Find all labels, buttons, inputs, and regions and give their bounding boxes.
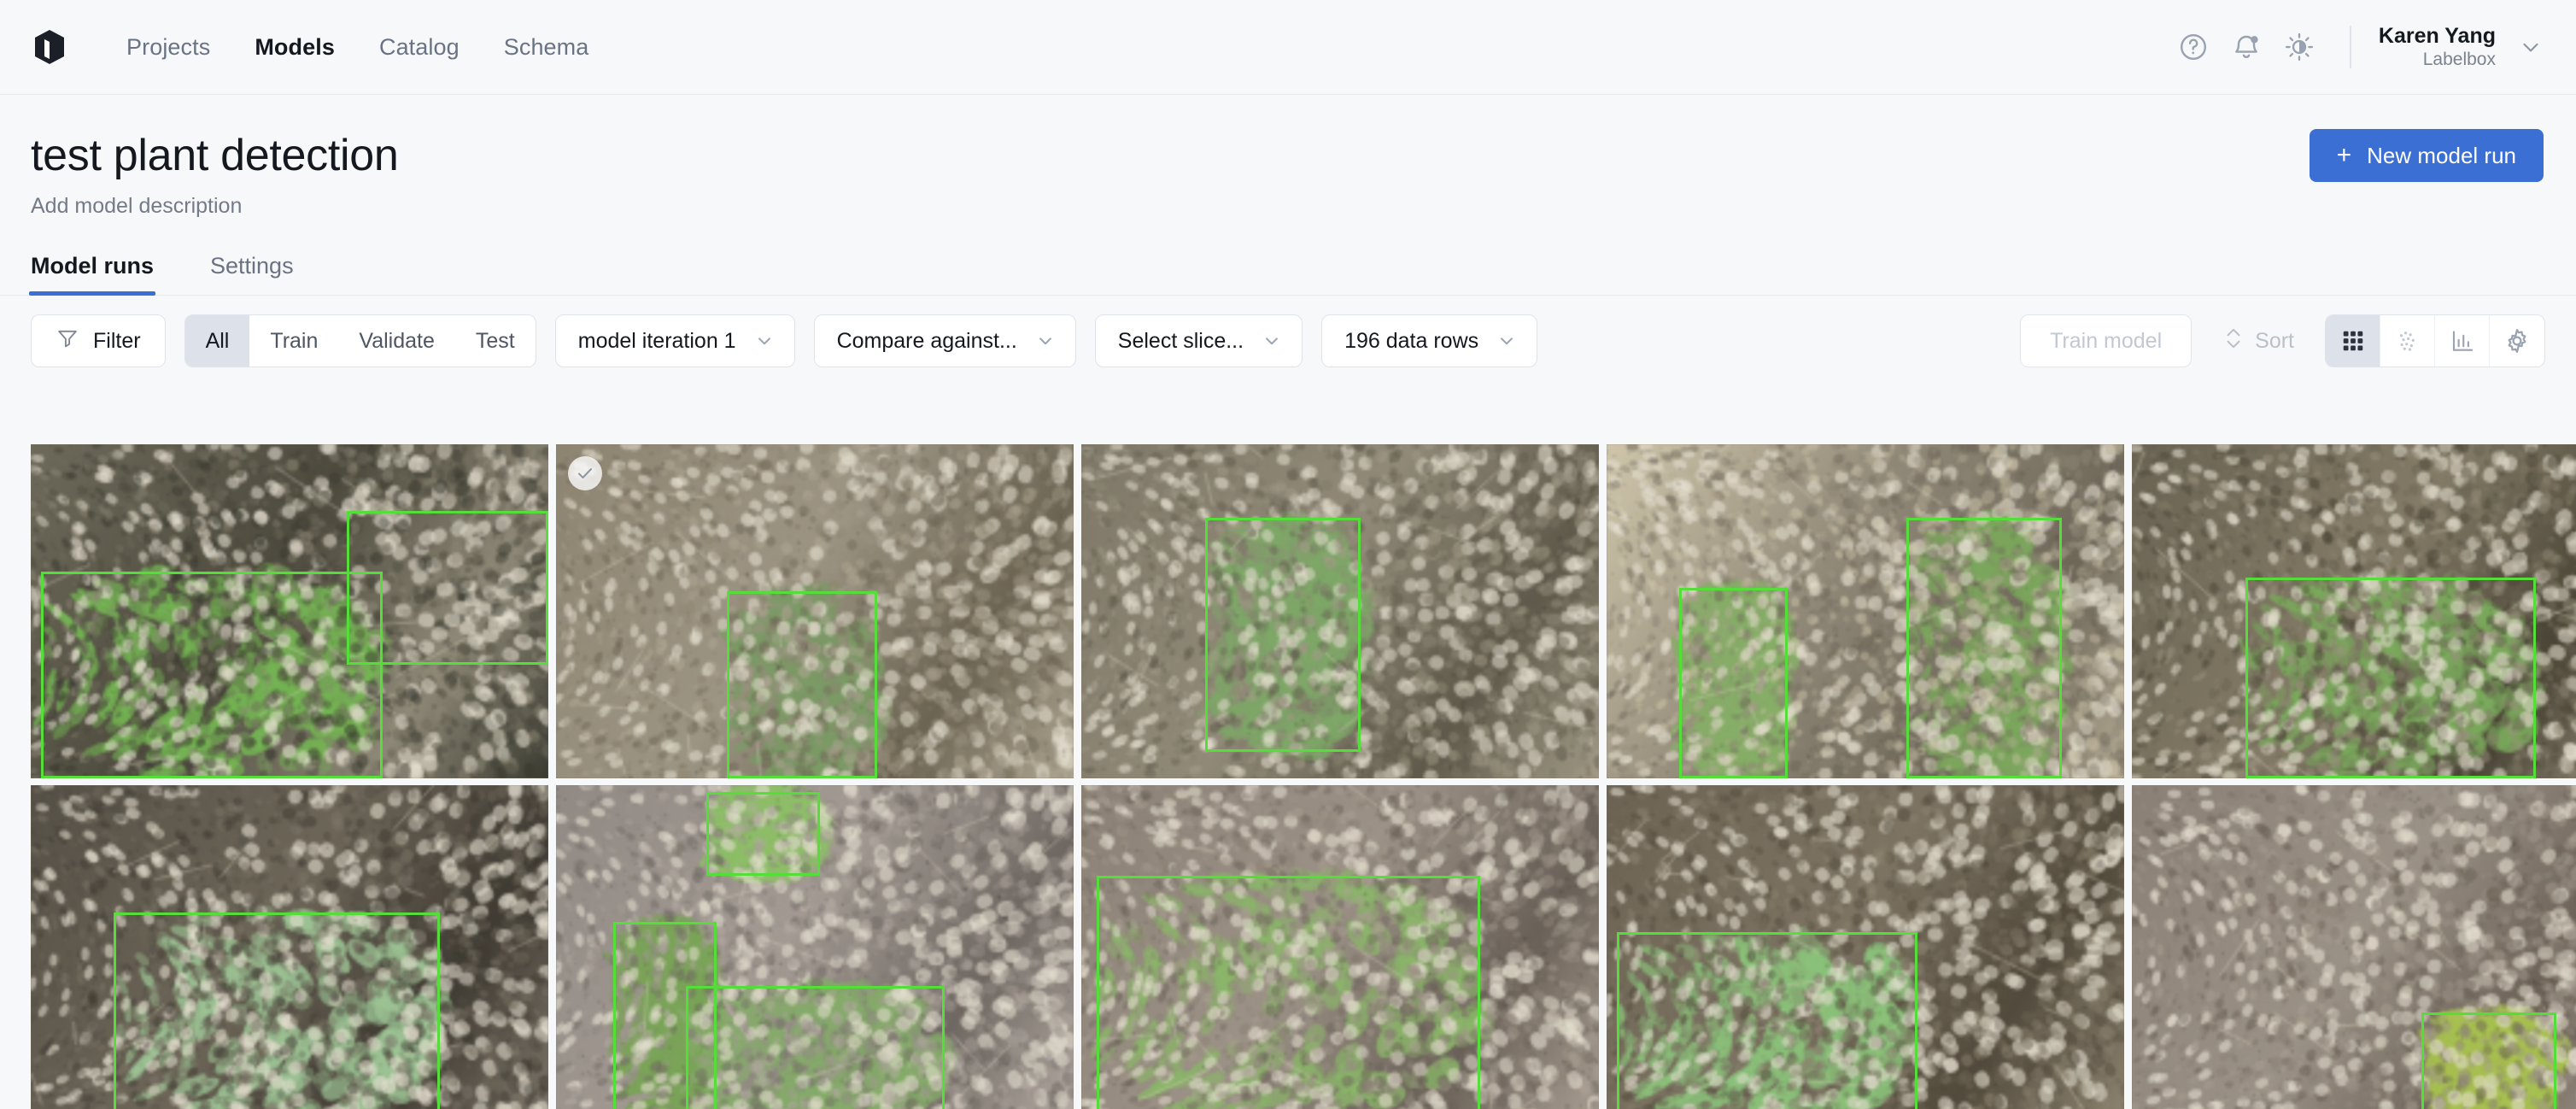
filter-button[interactable]: Filter <box>31 314 166 368</box>
top-navigation-right: Karen Yang Labelbox <box>2167 21 2544 73</box>
prediction-bounding-box <box>2421 1012 2556 1109</box>
theme-brightness-icon[interactable] <box>2273 21 2326 73</box>
sort-button[interactable]: Sort <box>2214 326 2303 357</box>
nav-link-schema[interactable]: Schema <box>482 34 612 61</box>
grid-toolbar: Filter All Train Validate Test model ite… <box>0 296 2576 384</box>
segment-all[interactable]: All <box>184 315 250 367</box>
prediction-bounding-box <box>113 912 440 1109</box>
toolbar-right-group: Train model Sort <box>2020 314 2545 368</box>
model-iteration-dropdown[interactable]: model iteration 1 <box>554 314 795 368</box>
data-rows-dropdown[interactable]: 196 data rows <box>1321 314 1538 368</box>
user-name: Karen Yang <box>2378 23 2496 48</box>
notifications-bell-icon[interactable] <box>2220 21 2273 73</box>
top-navigation-bar: Projects Models Catalog Schema Karen Yan… <box>0 0 2576 95</box>
new-model-run-label: New model run <box>2367 142 2516 168</box>
user-info: Karen Yang Labelbox <box>2379 23 2496 71</box>
view-mode-group <box>2325 314 2545 368</box>
prediction-bounding-box <box>346 511 548 666</box>
page-tabs: Model runs Settings <box>0 253 2576 296</box>
tile-select-checkmark-icon[interactable] <box>568 456 602 490</box>
data-row-grid <box>31 444 2576 1109</box>
funnel-icon <box>56 326 79 356</box>
chevron-down-icon <box>1261 330 1283 352</box>
segment-test[interactable]: Test <box>455 315 536 367</box>
prediction-bounding-box <box>2245 578 2536 778</box>
bar-chart-icon[interactable] <box>2435 315 2490 367</box>
grid-tile[interactable] <box>1607 785 2124 1109</box>
user-org: Labelbox <box>2422 50 2496 70</box>
grid-tile[interactable] <box>31 785 548 1109</box>
chevron-down-icon <box>753 330 776 352</box>
prediction-bounding-box <box>1617 932 1917 1109</box>
grid-tile[interactable] <box>31 444 548 778</box>
user-menu[interactable]: Karen Yang Labelbox <box>2379 23 2544 71</box>
nav-link-projects[interactable]: Projects <box>104 34 232 61</box>
main-nav-links: Projects Models Catalog Schema <box>104 34 611 61</box>
nav-link-catalog[interactable]: Catalog <box>357 34 482 61</box>
prediction-bounding-box <box>1678 588 1789 778</box>
select-slice-dropdown[interactable]: Select slice... <box>1094 314 1303 368</box>
train-model-button[interactable]: Train model <box>2020 314 2193 368</box>
grid-tile[interactable] <box>1081 785 1599 1109</box>
prediction-bounding-box <box>41 571 383 778</box>
grid-tile[interactable] <box>1607 444 2124 778</box>
prediction-bounding-box <box>726 591 877 778</box>
split-segmented-control: All Train Validate Test <box>184 314 536 368</box>
sort-label: Sort <box>2255 328 2294 353</box>
app-root: Projects Models Catalog Schema Karen Yan… <box>0 0 2576 1109</box>
scatter-dots-icon[interactable] <box>2380 315 2435 367</box>
grid-tile[interactable] <box>1081 444 1599 778</box>
plus-icon: + <box>2336 141 2352 169</box>
labelbox-cube-logo[interactable] <box>31 27 68 67</box>
nav-link-models[interactable]: Models <box>232 34 357 61</box>
prediction-bounding-box <box>1205 518 1361 752</box>
model-description-placeholder[interactable]: Add model description <box>31 194 2545 219</box>
tab-model-runs[interactable]: Model runs <box>28 253 173 296</box>
prediction-bounding-box <box>705 791 821 876</box>
compare-against-dropdown[interactable]: Compare against... <box>813 314 1076 368</box>
sort-updown-icon <box>2222 326 2245 357</box>
data-row-grid-scroll[interactable] <box>31 444 2576 1109</box>
select-slice-label: Select slice... <box>1117 328 1244 353</box>
data-rows-label: 196 data rows <box>1344 328 1479 353</box>
model-iteration-label: model iteration 1 <box>577 328 736 353</box>
grid-tile[interactable] <box>2132 785 2576 1109</box>
nav-divider <box>2349 26 2351 68</box>
segment-validate[interactable]: Validate <box>338 315 455 367</box>
page-header: test plant detection Add model descripti… <box>0 95 2576 219</box>
chevron-down-icon[interactable] <box>2518 34 2544 60</box>
page-title: test plant detection <box>31 131 399 180</box>
prediction-bounding-box <box>685 985 945 1109</box>
gear-icon[interactable] <box>2490 315 2544 367</box>
chevron-down-icon <box>1034 330 1057 352</box>
grid-view-button[interactable] <box>2326 315 2380 367</box>
chevron-down-icon <box>1496 330 1518 352</box>
grid-tile[interactable] <box>556 444 1074 778</box>
help-icon[interactable] <box>2167 21 2220 73</box>
segment-train[interactable]: Train <box>249 315 338 367</box>
grid-tile[interactable] <box>2132 444 2576 778</box>
compare-against-label: Compare against... <box>836 328 1017 353</box>
tab-settings[interactable]: Settings <box>210 253 313 295</box>
new-model-run-button[interactable]: + New model run <box>2309 129 2544 182</box>
prediction-bounding-box <box>1097 875 1480 1109</box>
prediction-bounding-box <box>1906 518 2063 778</box>
grid-tile[interactable] <box>556 785 1074 1109</box>
filter-label: Filter <box>93 328 141 353</box>
